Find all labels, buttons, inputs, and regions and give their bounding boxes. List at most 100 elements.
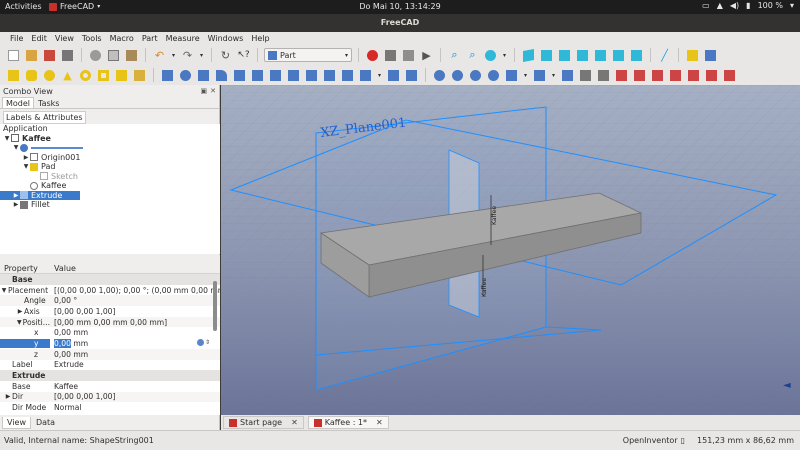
join-button[interactable] [504,68,519,83]
property-value[interactable]: 0,00 mm [50,328,220,337]
3d-viewport[interactable]: XZ_Plane001 Kaffee Kaffee ◄ [221,85,800,415]
view-front-button[interactable] [539,48,554,63]
view-right-button[interactable] [575,48,590,63]
stop-macro-button[interactable] [383,48,398,63]
tree-item-pad[interactable]: ▼ Pad [0,162,220,172]
close-icon[interactable]: ✕ [291,418,298,427]
menu-macro[interactable]: Macro [106,34,138,43]
property-value[interactable]: [0,00 0,00 1,00] [50,307,220,316]
menu-tools[interactable]: Tools [78,34,106,43]
macros-button[interactable] [401,48,416,63]
property-value[interactable]: Extrude [50,360,220,369]
chevron-down-icon[interactable]: ▾ [790,1,794,10]
make-face-button[interactable] [250,68,265,83]
common-button[interactable] [486,68,501,83]
menu-part[interactable]: Part [138,34,162,43]
menu-measure[interactable]: Measure [162,34,204,43]
close-panel-icon[interactable]: ✕ [210,87,216,95]
sphere-button[interactable] [42,68,57,83]
split-button[interactable] [532,68,547,83]
property-row-dir[interactable]: ▶ Dir [0,00 0,00 1,00] [0,391,220,403]
cylinder-button[interactable] [24,68,39,83]
open-file-button[interactable] [24,48,39,63]
primitives-button[interactable] [114,68,129,83]
boolean-button[interactable] [432,68,447,83]
tree-item-editing[interactable]: ▼ [0,143,220,153]
property-row-base[interactable]: Base Kaffee [0,381,220,392]
keyboard-layout-icon[interactable]: ▭ [702,1,710,10]
navigation-cube-arrow-icon[interactable]: ◄ [783,380,791,391]
collapsed-arrow-icon[interactable]: ▶ [16,308,24,315]
labels-attributes-tab[interactable]: Labels & Attributes [3,111,86,124]
property-value[interactable]: Normal [50,403,220,412]
property-row-position[interactable]: ▼ Positi... [0,00 mm 0,00 mm 0,00 mm] [0,316,220,328]
system-tray[interactable]: ▭ ▲ ◀) ▮ 100 % ▾ [702,1,794,10]
menu-view[interactable]: View [51,34,78,43]
split-dropdown[interactable]: ▾ [550,68,557,83]
shape-builder-button[interactable] [132,68,147,83]
tab-start-page[interactable]: Start page ✕ [223,416,304,429]
tab-model[interactable]: Model [2,97,35,108]
revolve-button[interactable] [178,68,193,83]
tree-item-shapestring[interactable]: Kaffee [0,181,220,191]
new-file-button[interactable] [6,48,21,63]
projection-button[interactable] [404,68,419,83]
ruled-surface-button[interactable] [268,68,283,83]
create-group-button[interactable] [703,48,718,63]
property-value[interactable]: [(0,00 0,00 1,00); 0,00 °; (0,00 mm 0,00… [50,286,220,295]
property-editor[interactable]: Property Value Base ▼ Placement [(0,00 0,… [0,263,220,415]
refresh-button[interactable]: ↻ [218,48,233,63]
expanded-arrow-icon[interactable]: ▼ [22,163,30,170]
property-value[interactable]: Kaffee [50,382,220,391]
value-column-header[interactable]: Value [50,264,220,273]
property-value[interactable]: 0,00 ° [50,296,220,305]
property-value-input[interactable]: 0,00 mm [50,338,220,348]
offset-dropdown[interactable]: ▾ [376,68,383,83]
join-dropdown[interactable]: ▾ [522,68,529,83]
view-bottom-button[interactable] [611,48,626,63]
undo-dropdown[interactable]: ▾ [170,48,177,63]
measure-refresh-button[interactable] [650,68,665,83]
property-scrollbar[interactable] [213,281,217,331]
measure-toggle-button[interactable] [686,68,701,83]
view-left-button[interactable] [629,48,644,63]
cut-shape-button[interactable] [450,68,465,83]
cut-button[interactable] [88,48,103,63]
panel-splitter[interactable] [0,255,220,263]
volume-icon[interactable]: ◀) [730,1,739,10]
property-row-dirmode[interactable]: Dir Mode Normal [0,402,220,413]
model-tree[interactable]: Application ▼ Kaffee ▼ ▶ Origin001 ▼ Pad… [0,124,220,254]
fit-selection-button[interactable]: ⌕ [465,48,480,63]
tree-item-application[interactable]: Application [0,124,220,134]
collapsed-arrow-icon[interactable]: ▶ [12,201,20,208]
draw-style-dropdown[interactable]: ▾ [501,48,508,63]
tree-item-sketch[interactable]: Sketch [0,172,220,182]
torus-button[interactable] [78,68,93,83]
menu-windows[interactable]: Windows [204,34,248,43]
execute-macro-button[interactable]: ▶ [419,48,434,63]
defeaturing-button[interactable] [596,68,611,83]
menu-help[interactable]: Help [247,34,273,43]
battery-icon[interactable]: ▮ [746,1,750,10]
network-icon[interactable]: ▲ [717,1,723,10]
tree-item-document[interactable]: ▼ Kaffee [0,134,220,144]
measure-3d-button[interactable] [704,68,719,83]
window-title-bar[interactable]: FreeCAD [0,14,800,32]
measure-delta-button[interactable] [722,68,737,83]
compound-button[interactable] [560,68,575,83]
fit-all-button[interactable]: ⌕ [447,48,462,63]
measure-angular-button[interactable] [632,68,647,83]
tree-item-origin[interactable]: ▶ Origin001 [0,153,220,163]
collapsed-arrow-icon[interactable]: ▶ [22,154,30,161]
redo-dropdown[interactable]: ▾ [198,48,205,63]
expanded-arrow-icon[interactable]: ▼ [16,319,23,326]
3d-scene[interactable]: XZ_Plane001 Kaffee Kaffee ◄ [221,85,800,415]
property-value[interactable]: [0,00 0,00 1,00] [50,392,220,401]
tree-item-extrude[interactable]: ▶ Extrude [0,190,80,200]
paste-button[interactable] [124,48,139,63]
tree-item-fillet[interactable]: ▶ Fillet [0,200,220,210]
chamfer-button[interactable] [232,68,247,83]
collapsed-arrow-icon[interactable]: ▶ [4,393,12,400]
extrude-button[interactable] [160,68,175,83]
menu-edit[interactable]: Edit [27,34,51,43]
